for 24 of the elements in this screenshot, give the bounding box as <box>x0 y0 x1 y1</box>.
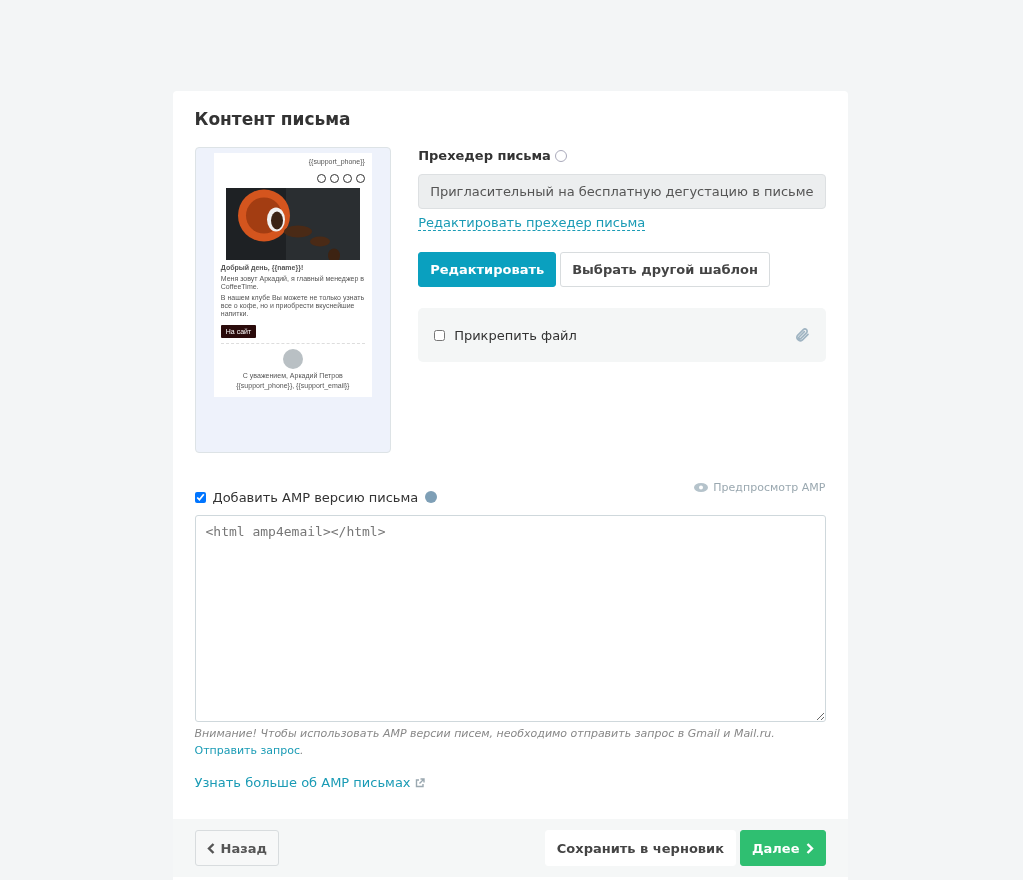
external-link-icon <box>414 777 425 788</box>
next-button[interactable]: Далее <box>740 830 826 867</box>
eye-icon <box>694 483 709 492</box>
section-title: Контент письма <box>194 109 352 129</box>
learn-more-link[interactable]: Узнать больше об AMP письмах <box>194 775 425 791</box>
attach-checkbox[interactable] <box>434 329 446 341</box>
chevron-right-icon <box>805 842 814 854</box>
preheader-label: Прехедер письма <box>418 148 551 163</box>
choose-template-button[interactable]: Выбрать другой шаблон <box>560 252 771 287</box>
paperclip-icon[interactable] <box>793 327 810 343</box>
attach-label: Прикрепить файл <box>454 327 577 343</box>
back-button[interactable]: Назад <box>194 830 279 867</box>
preheader-field[interactable]: Пригласительный на бесплатную дегустацию в письме <box>418 174 826 209</box>
edit-button[interactable]: Редактировать <box>418 252 557 287</box>
amp-code-field[interactable]: <html amp4email></html> <box>194 515 826 722</box>
email-preview[interactable] <box>194 147 392 453</box>
edit-preheader-link[interactable]: Редактировать прехедер письма <box>418 215 646 231</box>
amp-notice: Внимание! Чтобы использовать AMP версии писем, необходимо отправить запрос в Gmail и Mail.ru. Отправить запрос. <box>194 726 776 760</box>
chevron-left-icon <box>206 842 215 854</box>
avatar <box>282 348 303 369</box>
save-draft-button[interactable]: Сохранить в черновик <box>544 830 736 867</box>
amp-preview-link[interactable]: Предпросмотр AMP <box>694 481 826 494</box>
amp-checkbox[interactable] <box>194 491 206 503</box>
amp-label: Добавить AMP версию письма <box>212 489 419 505</box>
